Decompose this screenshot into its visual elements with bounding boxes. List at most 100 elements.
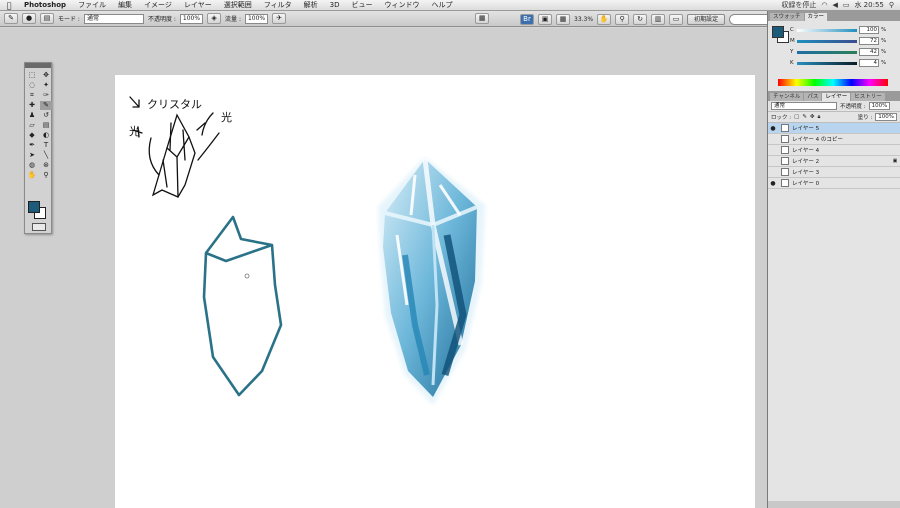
lock-transparency-icon[interactable]: ▢ [794, 114, 799, 120]
layer-row[interactable]: ● レイヤー 5 [768, 123, 900, 134]
type-tool-icon[interactable]: T [40, 141, 52, 150]
brush-preset-icon[interactable]: ✎ [4, 13, 18, 24]
tab-swatches[interactable]: スウォッチ [770, 13, 804, 21]
slider-m[interactable]: M 72 % [790, 36, 898, 46]
menu-filter[interactable]: フィルタ [258, 0, 298, 10]
lock-pixels-icon[interactable]: ✎ [802, 114, 807, 120]
color-panel-tabs: スウォッチ カラー [768, 11, 900, 21]
hand-tool-panel-icon[interactable]: ✋ [26, 171, 38, 180]
opacity-field[interactable]: 100% [179, 13, 204, 24]
volume-icon[interactable]: ◀ [832, 1, 837, 9]
wifi-icon[interactable]: ◠ [821, 1, 827, 9]
launch-bridge-icon[interactable]: Br [520, 13, 534, 25]
slider-c-value[interactable]: 100 [859, 26, 879, 34]
document-canvas[interactable]: クリスタル 光 光 [115, 75, 755, 508]
move-tool-icon[interactable]: ✥ [40, 71, 52, 80]
workspace-button[interactable]: 初期設定 [687, 13, 726, 25]
lock-position-icon[interactable]: ✥ [810, 114, 815, 120]
slider-y[interactable]: Y 42 % [790, 47, 898, 57]
shape-tool-icon[interactable]: ╲ [40, 151, 52, 160]
tab-history[interactable]: ヒストリー [851, 93, 885, 101]
zoom-tool-panel-icon[interactable]: ⚲ [40, 171, 52, 180]
slider-m-value[interactable]: 72 [859, 37, 879, 45]
eraser-tool-icon[interactable]: ▱ [26, 121, 38, 130]
zoom-level[interactable]: 33.3% [574, 16, 593, 23]
menu-file[interactable]: ファイル [72, 0, 112, 10]
tab-paths[interactable]: パス [804, 93, 822, 101]
quick-mask-icon[interactable] [32, 223, 46, 231]
magic-wand-tool-icon[interactable]: ✦ [40, 81, 52, 90]
menu-view[interactable]: ビュー [345, 0, 378, 10]
menu-select[interactable]: 選択範囲 [218, 0, 258, 10]
blend-mode-select[interactable]: 通常 [771, 102, 837, 110]
layers-opacity-field[interactable]: 100% [868, 102, 891, 110]
clone-stamp-tool-icon[interactable]: ♟ [26, 111, 38, 120]
slider-c-track[interactable] [797, 28, 857, 32]
menu-analysis[interactable]: 解析 [298, 0, 324, 10]
fill-field[interactable]: 100% [875, 113, 897, 121]
color-panel-fg-swatch[interactable] [772, 26, 784, 38]
tab-layers[interactable]: レイヤー [822, 93, 851, 101]
slider-y-track[interactable] [797, 50, 857, 54]
layer-row[interactable]: ● レイヤー 0 [768, 178, 900, 189]
3d-orbit-tool-icon[interactable]: ⊛ [40, 161, 52, 170]
slider-k[interactable]: K 4 % [790, 58, 898, 68]
menu-image[interactable]: イメージ [138, 0, 178, 10]
marquee-tool-icon[interactable]: ⬚ [26, 71, 38, 80]
hand-tool-icon[interactable]: ✋ [597, 13, 612, 25]
layer-row[interactable]: レイヤー 2 ▣ [768, 156, 900, 167]
tab-color[interactable]: カラー [804, 13, 828, 21]
arrange-documents-icon[interactable]: ▥ [651, 13, 666, 25]
zoom-tool-icon[interactable]: ⚲ [615, 13, 630, 25]
spotlight-icon[interactable]: ⚲ [889, 1, 894, 9]
menu-help[interactable]: ヘルプ [425, 0, 458, 10]
lasso-tool-icon[interactable]: ◌ [26, 81, 38, 90]
layer-row[interactable]: レイヤー 4 [768, 145, 900, 156]
eyedropper-tool-icon[interactable]: ✑ [40, 91, 52, 100]
tablet-opacity-icon[interactable]: ◈ [207, 13, 222, 24]
slider-m-track[interactable] [797, 39, 857, 43]
slider-k-value[interactable]: 4 [859, 59, 879, 67]
layer-row[interactable]: レイヤー 4 のコピー [768, 134, 900, 145]
layer-row[interactable]: レイヤー 3 [768, 167, 900, 178]
foreground-color-swatch[interactable] [28, 201, 40, 213]
tab-channels[interactable]: チャンネル [770, 93, 804, 101]
color-spectrum-bar[interactable] [778, 79, 888, 86]
gradient-tool-icon[interactable]: ▤ [40, 121, 52, 130]
brush-panel-icon[interactable]: ▦ [475, 13, 490, 24]
lock-all-icon[interactable]: 🔒︎ [818, 114, 821, 121]
slider-y-value[interactable]: 42 [859, 48, 879, 56]
menu-edit[interactable]: 編集 [112, 0, 138, 10]
view-extras-icon[interactable]: ▦ [556, 13, 570, 25]
slider-c[interactable]: C 100 % [790, 25, 898, 35]
flow-field[interactable]: 100% [244, 13, 269, 24]
rotate-view-icon[interactable]: ↻ [633, 13, 648, 25]
clock[interactable]: 水 20:55 [854, 0, 883, 10]
screen-mode-icon[interactable]: ▭ [669, 13, 684, 25]
mode-select[interactable]: 通常 [83, 13, 144, 24]
layer-visibility-eye-icon[interactable]: ● [768, 180, 778, 187]
blur-tool-icon[interactable]: ◆ [26, 131, 38, 140]
crop-tool-icon[interactable]: ⌗ [26, 91, 38, 100]
apple-menu-icon[interactable]:  [0, 1, 18, 10]
launch-minibridge-icon[interactable]: ▣ [538, 13, 552, 25]
record-stop-status[interactable]: 収録を停止 [781, 0, 816, 10]
path-selection-tool-icon[interactable]: ➤ [26, 151, 38, 160]
menu-3d[interactable]: 3D [324, 1, 346, 9]
pen-tool-icon[interactable]: ✒ [26, 141, 38, 150]
menu-layer[interactable]: レイヤー [178, 0, 218, 10]
layer-visibility-eye-icon[interactable]: ● [768, 125, 778, 132]
brush-panel-toggle-icon[interactable]: ▤ [40, 13, 54, 24]
battery-icon[interactable]: ▭ [843, 1, 850, 9]
app-menu[interactable]: Photoshop [18, 1, 72, 9]
sketch-crystal-label: クリスタル [147, 98, 202, 111]
slider-k-track[interactable] [797, 61, 857, 65]
airbrush-icon[interactable]: ✈ [272, 13, 287, 24]
brush-size-picker[interactable]: ● [22, 13, 36, 24]
healing-brush-tool-icon[interactable]: ✚ [26, 101, 38, 110]
history-brush-tool-icon[interactable]: ↺ [40, 111, 52, 120]
brush-tool-icon[interactable]: ✎ [40, 101, 52, 110]
menu-window[interactable]: ウィンドウ [378, 0, 425, 10]
3d-rotate-tool-icon[interactable]: ◍ [26, 161, 38, 170]
dodge-tool-icon[interactable]: ◐ [40, 131, 52, 140]
